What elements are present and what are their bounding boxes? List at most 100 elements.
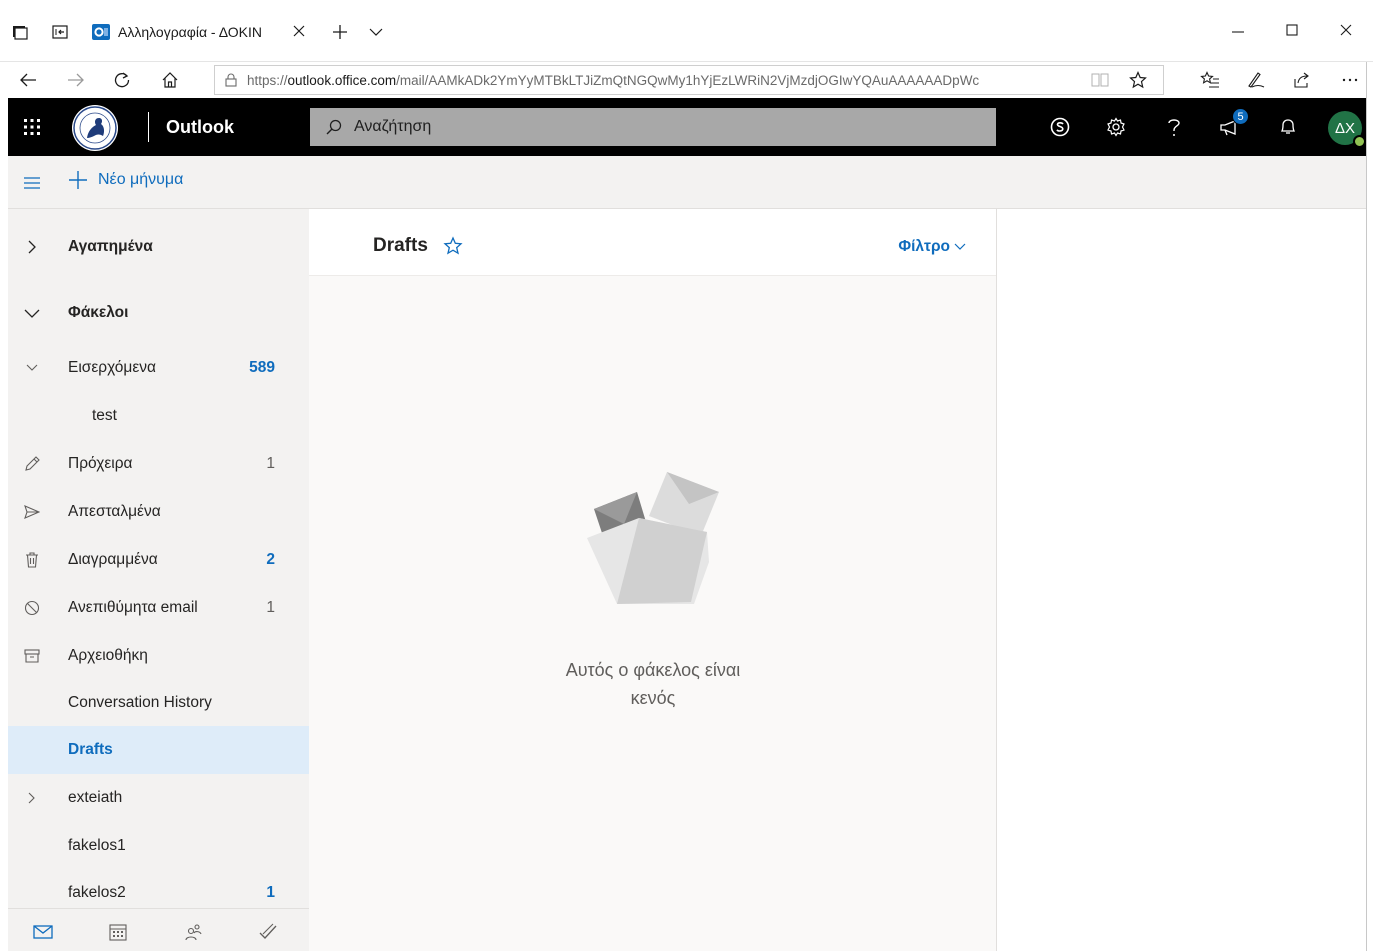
web-note-pen-icon[interactable]: [1244, 68, 1268, 92]
item-count: 1: [266, 455, 275, 472]
reading-pane: [996, 209, 1366, 951]
new-message-label: Νέο μήνυμα: [98, 171, 184, 188]
mail-icon[interactable]: [32, 921, 54, 943]
folder-item-deleted[interactable]: Διαγραμμένα 2: [8, 537, 309, 583]
folder-title: Drafts: [373, 235, 428, 256]
chevron-down-icon[interactable]: [22, 303, 42, 323]
folder-label: fakelos1: [68, 837, 126, 854]
folder-label: Απεσταλμένα: [68, 503, 161, 520]
filter-label: Φίλτρο: [898, 238, 950, 255]
pencil-icon: [22, 454, 42, 474]
message-list-pane: Drafts Φίλτρο Αυτός ο φάκελος είναι κενό…: [309, 209, 996, 951]
send-icon: [22, 502, 42, 522]
url-field[interactable]: https://outlook.office.com/mail/AAMkADk2…: [214, 65, 1164, 95]
filter-button[interactable]: Φίλτρο: [898, 238, 966, 256]
folder-item-fakelos1[interactable]: fakelos1: [8, 823, 309, 869]
help-icon[interactable]: [1162, 115, 1186, 139]
unread-count: 589: [249, 359, 275, 376]
tab-title: Αλληλογραφία - ΔΟΚΙΝ: [118, 24, 262, 40]
blocked-icon: [22, 598, 42, 618]
window-left-edge: [0, 98, 8, 951]
favorites-label: Αγαπημένα: [68, 238, 153, 255]
new-tab-icon[interactable]: [328, 20, 352, 44]
plus-icon: [69, 171, 87, 189]
calendar-icon[interactable]: [107, 921, 129, 943]
folder-label: exteiath: [68, 789, 123, 806]
settings-gear-icon[interactable]: [1104, 115, 1128, 139]
suite-header: Outlook Αναζήτηση 5 ΔΧ: [8, 98, 1366, 156]
folder-label: Ανεπιθύμητα email: [68, 599, 198, 616]
empty-folder-message: Αυτός ο φάκελος είναι κενός: [523, 656, 783, 712]
add-to-favorites-star-icon[interactable]: [443, 236, 463, 256]
folders-label: Φάκελοι: [68, 304, 129, 321]
empty-message-line-1: Αυτός ο φάκελος είναι: [565, 660, 741, 680]
folder-item-drafts[interactable]: Drafts: [8, 726, 309, 774]
folder-label: Διαγραμμένα: [68, 551, 158, 568]
search-placeholder: Αναζήτηση: [354, 118, 432, 135]
folder-item-inbox[interactable]: Εισερχόμενα 589: [8, 345, 309, 391]
reading-view-icon[interactable]: [1091, 72, 1109, 88]
notifications-bell-icon[interactable]: [1276, 115, 1300, 139]
tasks-check-icon[interactable]: [257, 921, 279, 943]
folder-item-junk[interactable]: Ανεπιθύμητα email 1: [8, 585, 309, 631]
chevron-right-icon[interactable]: [22, 788, 42, 808]
favorites-list-icon[interactable]: [1198, 68, 1222, 92]
app-launcher-icon[interactable]: [20, 115, 44, 139]
skype-icon[interactable]: [1048, 115, 1072, 139]
favorites-header[interactable]: Αγαπημένα: [8, 224, 309, 270]
more-menu-icon[interactable]: [1338, 68, 1362, 92]
folder-label: Drafts: [68, 741, 113, 758]
tab-preview-chevron-icon[interactable]: [364, 20, 388, 44]
share-icon[interactable]: [1290, 68, 1314, 92]
outlook-favicon-icon: [92, 23, 110, 41]
folder-item-archive[interactable]: Αρχειοθήκη: [8, 633, 309, 679]
home-icon[interactable]: [158, 68, 182, 92]
presence-status-icon: [1353, 135, 1366, 148]
outlook-brand[interactable]: Outlook: [166, 117, 234, 138]
folder-item-exteiath[interactable]: exteiath: [8, 775, 309, 821]
folders-header[interactable]: Φάκελοι: [8, 290, 309, 336]
lock-icon: [225, 73, 237, 87]
folder-item-conversation-history[interactable]: Conversation History: [8, 680, 309, 726]
refresh-icon[interactable]: [110, 68, 134, 92]
chevron-right-icon[interactable]: [22, 237, 42, 257]
empty-message-line-2: κενός: [630, 688, 676, 708]
close-window-icon[interactable]: [1334, 18, 1358, 42]
folder-label: test: [92, 407, 117, 424]
folder-item-sent[interactable]: Απεσταλμένα: [8, 489, 309, 535]
unread-count: 1: [266, 884, 275, 901]
empty-folder-illustration: [579, 464, 729, 614]
trash-icon: [22, 550, 42, 570]
hamburger-menu-icon[interactable]: [22, 173, 42, 193]
tab-close-icon[interactable]: [290, 22, 308, 40]
chevron-down-icon: [954, 243, 966, 250]
folder-label: Conversation History: [68, 694, 212, 711]
folder-pane: Αγαπημένα Φάκελοι Εισερχόμενα 589 test Π…: [8, 209, 309, 908]
maximize-icon[interactable]: [1280, 18, 1304, 42]
url-text: https://outlook.office.com/mail/AAMkADk2…: [247, 72, 980, 88]
set-tabs-aside-icon[interactable]: [48, 20, 72, 44]
folder-item-fakelos2[interactable]: fakelos2 1: [8, 870, 309, 908]
module-switcher: [8, 908, 309, 951]
window-right-edge: [1366, 62, 1373, 951]
folder-item-test[interactable]: test: [8, 393, 309, 439]
folder-label: Εισερχόμενα: [68, 359, 156, 376]
chevron-down-icon[interactable]: [22, 358, 42, 378]
search-input[interactable]: Αναζήτηση: [310, 108, 996, 146]
new-message-button[interactable]: Νέο μήνυμα: [68, 170, 183, 190]
unread-count: 2: [266, 551, 275, 568]
folder-label: Αρχειοθήκη: [68, 647, 148, 664]
organization-logo[interactable]: [72, 105, 118, 151]
message-list-header: Drafts Φίλτρο: [309, 209, 996, 276]
forward-arrow-icon[interactable]: [64, 68, 88, 92]
folder-label: Πρόχειρα: [68, 455, 133, 472]
brand-separator: [148, 112, 149, 142]
browser-tab-outlook[interactable]: Αλληλογραφία - ΔΟΚΙΝ: [84, 14, 318, 50]
search-icon: [326, 119, 342, 135]
favorite-star-icon[interactable]: [1129, 71, 1147, 89]
folder-item-drafts-gr[interactable]: Πρόχειρα 1: [8, 441, 309, 487]
minimize-icon[interactable]: [1226, 18, 1250, 42]
back-arrow-icon[interactable]: [16, 68, 40, 92]
tab-actions-icon[interactable]: [8, 20, 32, 44]
people-icon[interactable]: [182, 921, 204, 943]
